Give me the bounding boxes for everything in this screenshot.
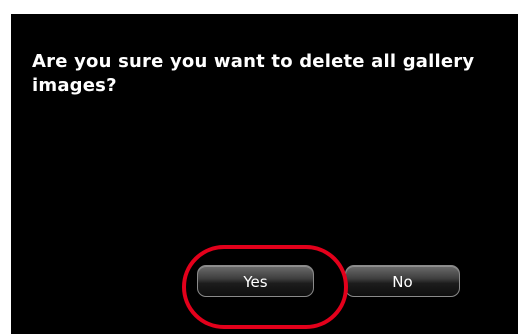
no-button[interactable]: No [345,265,460,297]
yes-button[interactable]: Yes [197,265,314,297]
confirmation-message: Are you sure you want to delete all gall… [32,51,475,96]
screen: Are you sure you want to delete all gall… [0,0,518,334]
